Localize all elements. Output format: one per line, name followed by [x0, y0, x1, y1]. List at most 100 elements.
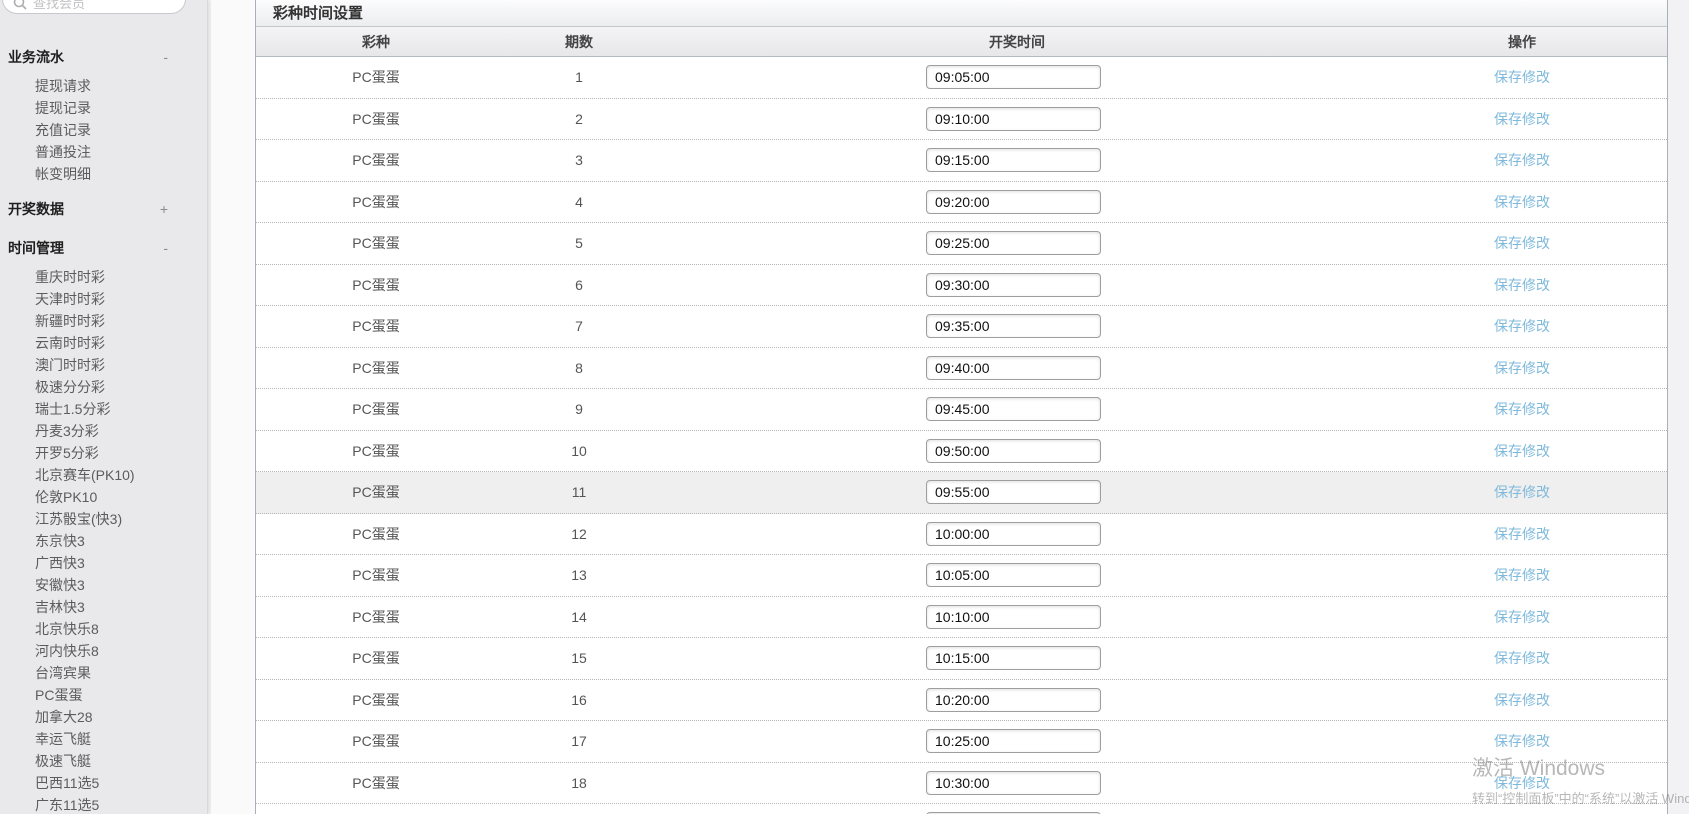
sidebar-item[interactable]: 巴西11选5 [0, 772, 208, 794]
cell-draw-time [926, 514, 1108, 555]
cell-period: 2 [496, 99, 662, 140]
cell-lottery: PC蛋蛋 [256, 306, 496, 347]
sidebar-item[interactable]: 澳门时时彩 [0, 354, 208, 376]
table-row: PC蛋蛋13保存修改 [256, 555, 1667, 597]
sidebar-section-3[interactable]: 时间管理- [8, 237, 208, 259]
sidebar-item[interactable]: 北京赛车(PK10) [0, 464, 208, 486]
table-row: PC蛋蛋17保存修改 [256, 721, 1667, 763]
save-changes-link[interactable]: 保存修改 [1494, 565, 1550, 585]
cell-draw-time [926, 638, 1108, 679]
sidebar-item[interactable]: 台湾宾果 [0, 662, 208, 684]
draw-time-input[interactable] [926, 314, 1101, 338]
save-changes-link[interactable]: 保存修改 [1494, 67, 1550, 87]
draw-time-input[interactable] [926, 771, 1101, 795]
sidebar-item[interactable]: 极速飞艇 [0, 750, 208, 772]
save-changes-link[interactable]: 保存修改 [1494, 773, 1550, 793]
save-changes-link[interactable]: 保存修改 [1494, 607, 1550, 627]
cell-draw-time [926, 57, 1108, 98]
table-row: PC蛋蛋6保存修改 [256, 265, 1667, 307]
cell-lottery: PC蛋蛋 [256, 472, 496, 513]
content-gutter [211, 0, 255, 814]
sidebar-item[interactable]: 帐变明细 [0, 163, 208, 185]
sidebar-section-1[interactable]: 业务流水- [8, 46, 208, 68]
sidebar-item[interactable]: 广东11选5 [0, 794, 208, 814]
cell-action [1442, 804, 1602, 814]
save-changes-link[interactable]: 保存修改 [1494, 192, 1550, 212]
sidebar-item[interactable]: 云南时时彩 [0, 332, 208, 354]
save-changes-link[interactable]: 保存修改 [1494, 275, 1550, 295]
expand-icon[interactable]: + [160, 198, 168, 220]
save-changes-link[interactable]: 保存修改 [1494, 441, 1550, 461]
sidebar-item[interactable]: 重庆时时彩 [0, 266, 208, 288]
sidebar-item[interactable]: 提现请求 [0, 75, 208, 97]
cell-lottery: PC蛋蛋 [256, 555, 496, 596]
sidebar-item[interactable]: 瑞士1.5分彩 [0, 398, 208, 420]
draw-time-input[interactable] [926, 190, 1101, 214]
draw-time-input[interactable] [926, 605, 1101, 629]
save-changes-link[interactable]: 保存修改 [1494, 524, 1550, 544]
sidebar-item[interactable]: 天津时时彩 [0, 288, 208, 310]
cell-action: 保存修改 [1442, 680, 1602, 721]
draw-time-input[interactable] [926, 148, 1101, 172]
draw-time-input[interactable] [926, 563, 1101, 587]
sidebar-item[interactable]: 广西快3 [0, 552, 208, 574]
sidebar-item[interactable]: 北京快乐8 [0, 618, 208, 640]
draw-time-input[interactable] [926, 646, 1101, 670]
draw-time-input[interactable] [926, 231, 1101, 255]
draw-time-input[interactable] [926, 480, 1101, 504]
sidebar-item[interactable]: 伦敦PK10 [0, 486, 208, 508]
save-changes-link[interactable]: 保存修改 [1494, 109, 1550, 129]
sidebar-item[interactable]: 开罗5分彩 [0, 442, 208, 464]
cell-period: 15 [496, 638, 662, 679]
save-changes-link[interactable]: 保存修改 [1494, 358, 1550, 378]
cell-action: 保存修改 [1442, 763, 1602, 804]
draw-time-input[interactable] [926, 729, 1101, 753]
draw-time-input[interactable] [926, 397, 1101, 421]
draw-time-input[interactable] [926, 107, 1101, 131]
cell-lottery: PC蛋蛋 [256, 265, 496, 306]
cell-period: 5 [496, 223, 662, 264]
cell-lottery: PC蛋蛋 [256, 389, 496, 430]
save-changes-link[interactable]: 保存修改 [1494, 690, 1550, 710]
sidebar-item[interactable]: 河内快乐8 [0, 640, 208, 662]
draw-time-input[interactable] [926, 65, 1101, 89]
draw-time-input[interactable] [926, 688, 1101, 712]
cell-period [496, 804, 662, 814]
sidebar-item[interactable]: 极速分分彩 [0, 376, 208, 398]
table-row: PC蛋蛋3保存修改 [256, 140, 1667, 182]
sidebar-item[interactable]: 新疆时时彩 [0, 310, 208, 332]
sidebar-item[interactable]: 普通投注 [0, 141, 208, 163]
sidebar-item[interactable]: 加拿大28 [0, 706, 208, 728]
sidebar-item[interactable]: 幸运飞艇 [0, 728, 208, 750]
sidebar-section-2[interactable]: 开奖数据+ [8, 198, 208, 220]
sidebar-item[interactable]: 吉林快3 [0, 596, 208, 618]
sidebar-item[interactable]: 安徽快3 [0, 574, 208, 596]
draw-time-input[interactable] [926, 273, 1101, 297]
sidebar-item[interactable]: PC蛋蛋 [0, 684, 208, 706]
save-changes-link[interactable]: 保存修改 [1494, 150, 1550, 170]
save-changes-link[interactable]: 保存修改 [1494, 482, 1550, 502]
sidebar-item[interactable]: 江苏骰宝(快3) [0, 508, 208, 530]
header-lottery: 彩种 [256, 27, 496, 56]
save-changes-link[interactable]: 保存修改 [1494, 731, 1550, 751]
collapse-icon[interactable]: - [163, 46, 168, 68]
member-search-input[interactable] [27, 0, 157, 11]
sidebar-item[interactable]: 提现记录 [0, 97, 208, 119]
cell-draw-time [926, 223, 1108, 264]
search-icon [13, 0, 27, 10]
member-search-box[interactable] [2, 0, 186, 14]
draw-time-input[interactable] [926, 356, 1101, 380]
sidebar-item[interactable]: 东京快3 [0, 530, 208, 552]
draw-time-input[interactable] [926, 522, 1101, 546]
sidebar-item[interactable]: 丹麦3分彩 [0, 420, 208, 442]
collapse-icon[interactable]: - [163, 237, 168, 259]
save-changes-link[interactable]: 保存修改 [1494, 648, 1550, 668]
save-changes-link[interactable]: 保存修改 [1494, 233, 1550, 253]
sidebar-item[interactable]: 充值记录 [0, 119, 208, 141]
save-changes-link[interactable]: 保存修改 [1494, 399, 1550, 419]
table-row: PC蛋蛋8保存修改 [256, 348, 1667, 390]
cell-lottery: PC蛋蛋 [256, 597, 496, 638]
save-changes-link[interactable]: 保存修改 [1494, 316, 1550, 336]
cell-lottery: PC蛋蛋 [256, 721, 496, 762]
draw-time-input[interactable] [926, 439, 1101, 463]
